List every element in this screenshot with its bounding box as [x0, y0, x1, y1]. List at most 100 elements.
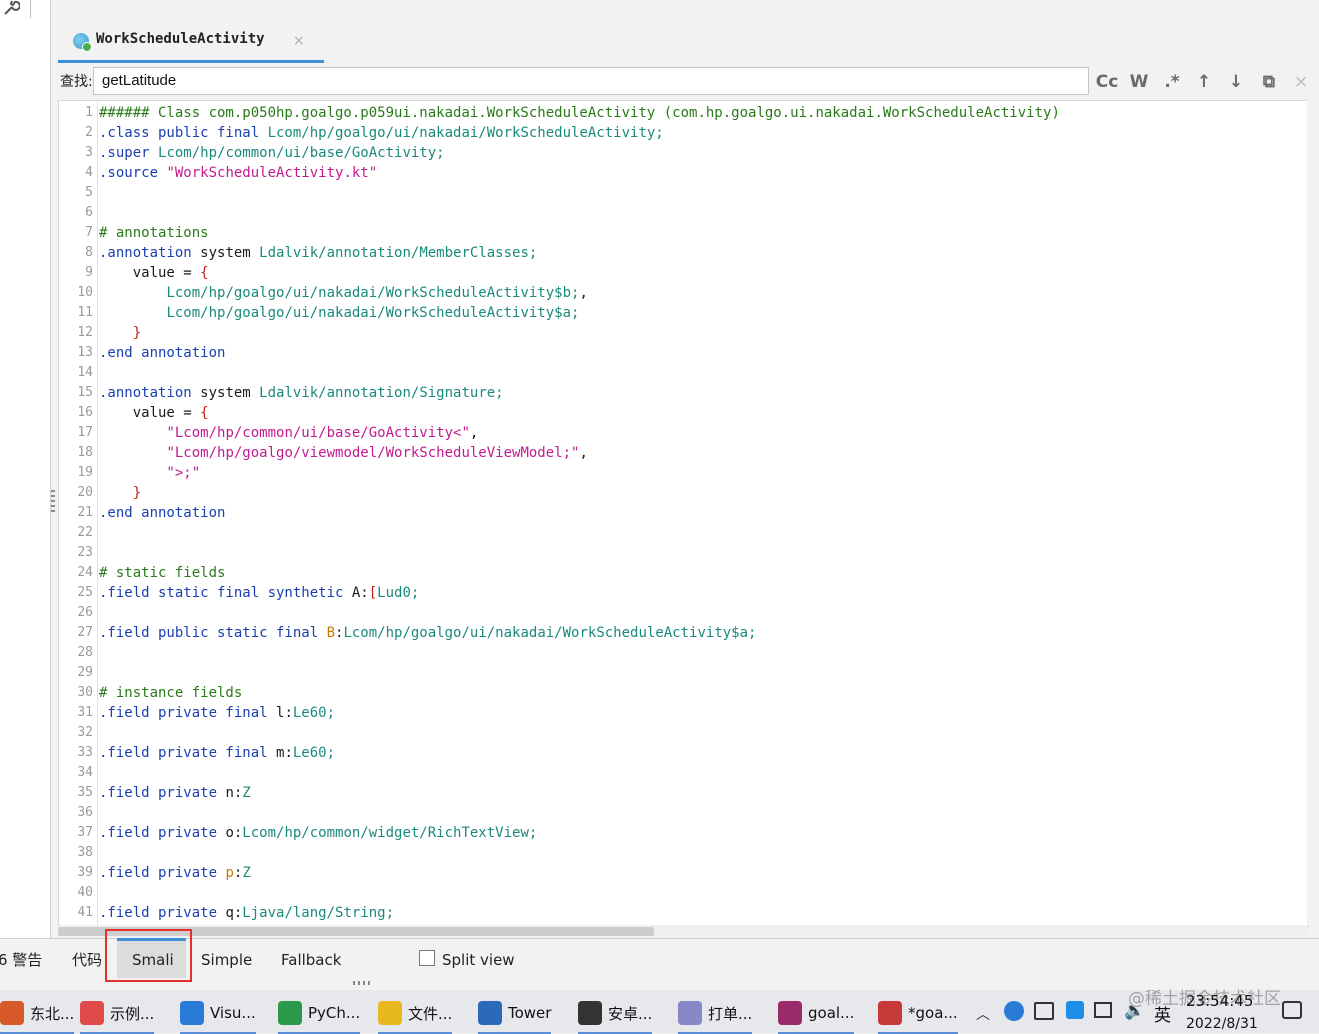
code-line[interactable]: .field public static final B:Lcom/hp/goa…: [99, 623, 756, 643]
code-token: Lcom/hp/goalgo/ui/nakadai/WorkScheduleAc…: [343, 625, 757, 641]
previous-match-icon[interactable]: ↑: [1191, 70, 1217, 94]
code-line[interactable]: value = {: [99, 403, 209, 423]
code-line[interactable]: .field private q:Ljava/lang/String;: [99, 903, 394, 923]
code-token: .field private final: [99, 745, 277, 761]
code-line[interactable]: .super Lcom/hp/common/ui/base/GoActivity…: [99, 143, 445, 163]
tab-close-icon[interactable]: ×: [293, 33, 305, 49]
whole-word-button[interactable]: W: [1126, 70, 1152, 94]
image-icon: [678, 1001, 702, 1025]
code-line[interactable]: .field private n:Z: [99, 783, 251, 803]
network-icon[interactable]: [1094, 1002, 1112, 1018]
code-token: A:: [351, 585, 369, 601]
taskbar-app[interactable]: Visu...: [180, 996, 256, 1034]
line-number: 26: [77, 605, 93, 620]
taskbar-app[interactable]: 示例...: [80, 996, 155, 1034]
resize-grip[interactable]: [353, 981, 371, 985]
code-line[interactable]: .end annotation: [99, 343, 225, 363]
taskbar-app-label: Visu...: [210, 1004, 256, 1022]
code-token: system: [200, 385, 260, 401]
code-line[interactable]: .source "WorkScheduleActivity.kt": [99, 163, 377, 183]
tray-bluetooth-icon[interactable]: [1066, 1001, 1084, 1019]
code-line[interactable]: .field static final synthetic A:[Lud0;: [99, 583, 419, 603]
notification-icon[interactable]: [1282, 1001, 1302, 1019]
code-token: .annotation: [99, 245, 201, 261]
code-line[interactable]: .field private o:Lcom/hp/common/widget/R…: [99, 823, 537, 843]
code-line[interactable]: # instance fields: [99, 683, 242, 703]
find-all-icon[interactable]: ⧉: [1256, 70, 1282, 94]
panel-resize-handle[interactable]: [51, 490, 55, 514]
tray-app-icon[interactable]: [1004, 1001, 1024, 1021]
code-token: n:: [225, 785, 243, 801]
next-match-icon[interactable]: ↓: [1223, 70, 1249, 94]
line-number: 12: [77, 325, 93, 340]
class-status-icon: [82, 42, 92, 52]
code-token: B: [326, 625, 336, 641]
code-line[interactable]: Lcom/hp/goalgo/ui/nakadai/WorkScheduleAc…: [99, 303, 579, 323]
code-token: "Lcom/hp/goalgo/viewmodel/WorkScheduleVi…: [166, 445, 580, 461]
line-number: 4: [85, 165, 93, 180]
taskbar-app[interactable]: Tower: [478, 996, 552, 1034]
match-case-button[interactable]: Cc: [1094, 70, 1120, 94]
taskbar-app[interactable]: 打单...: [678, 996, 753, 1034]
tray-device-icon[interactable]: [1034, 1002, 1054, 1020]
view-mode-bar: [0, 938, 1319, 991]
warnings-count[interactable]: 6 警告: [0, 950, 42, 970]
line-number: 3: [85, 145, 93, 160]
line-number: 14: [77, 365, 93, 380]
code-line[interactable]: .end annotation: [99, 503, 225, 523]
taskbar-app[interactable]: goal...: [778, 996, 855, 1034]
code-line[interactable]: Lcom/hp/goalgo/ui/nakadai/WorkScheduleAc…: [99, 283, 587, 303]
code-token: value =: [99, 265, 201, 281]
clock-time[interactable]: 23:54:45: [1186, 992, 1253, 1010]
tray-expand-icon[interactable]: ︿: [976, 1004, 990, 1024]
smali-highlight-box: [105, 929, 192, 982]
code-line[interactable]: "Lcom/hp/goalgo/viewmodel/WorkScheduleVi…: [99, 443, 587, 463]
code-line[interactable]: }: [99, 323, 141, 343]
code-token: "WorkScheduleActivity.kt": [166, 165, 378, 181]
code-line[interactable]: .field private final l:Le60;: [99, 703, 335, 723]
code-line[interactable]: ">;": [99, 463, 200, 483]
code-token: [: [368, 585, 378, 601]
taskbar-app[interactable]: *goa...: [878, 996, 958, 1034]
regex-button[interactable]: .*: [1159, 70, 1185, 94]
code-line[interactable]: # annotations: [99, 223, 209, 243]
code-line[interactable]: .field private p:Z: [99, 863, 251, 883]
tab-code[interactable]: 代码: [72, 950, 102, 970]
code-line[interactable]: ###### Class com.p050hp.goalgo.p059ui.na…: [99, 103, 1060, 123]
taskbar-app[interactable]: 安卓...: [578, 996, 653, 1034]
taskbar-app[interactable]: 东北...: [0, 996, 75, 1034]
line-number: 2: [85, 125, 93, 140]
wrench-icon[interactable]: [2, 0, 20, 16]
code-line[interactable]: .annotation system Ldalvik/annotation/Me…: [99, 243, 537, 263]
split-view-checkbox[interactable]: [419, 950, 435, 966]
toolbar-separator: [30, 0, 31, 18]
code-line[interactable]: }: [99, 483, 141, 503]
taskbar-app-label: Tower: [508, 1004, 552, 1022]
code-token: o:: [225, 825, 243, 841]
code-line[interactable]: .annotation system Ldalvik/annotation/Si…: [99, 383, 504, 403]
code-token: .annotation: [99, 385, 201, 401]
search-input[interactable]: getLatitude: [93, 67, 1089, 95]
split-view-label[interactable]: Split view: [442, 950, 515, 970]
vertical-scrollbar[interactable]: [1307, 100, 1319, 925]
code-line[interactable]: .field private final m:Le60;: [99, 743, 335, 763]
taskbar-app[interactable]: PyCh...: [278, 996, 361, 1034]
clock-date[interactable]: 2022/8/31: [1186, 1015, 1258, 1033]
tab-simple[interactable]: Simple: [201, 950, 252, 970]
code-line[interactable]: .class public final Lcom/hp/goalgo/ui/na…: [99, 123, 664, 143]
close-search-icon[interactable]: ×: [1288, 70, 1314, 94]
code-token: Lcom/hp/common/widget/RichTextView;: [242, 825, 538, 841]
code-line[interactable]: "Lcom/hp/common/ui/base/GoActivity<",: [99, 423, 478, 443]
code-line[interactable]: value = {: [99, 263, 209, 283]
tab-fallback[interactable]: Fallback: [281, 950, 341, 970]
taskbar-app[interactable]: 文件...: [378, 996, 453, 1034]
code-token: .field public static final: [99, 625, 327, 641]
code-line[interactable]: # static fields: [99, 563, 225, 583]
editor-tab-title[interactable]: WorkScheduleActivity: [96, 30, 265, 48]
code-token: ###### Class com.p050hp.goalgo.p059ui.na…: [99, 105, 1060, 121]
code-token: .end annotation: [99, 345, 226, 361]
line-number: 20: [77, 485, 93, 500]
smali-code-view[interactable]: 1 2 3 4 5 6 7 8 9 10 11 12 13 14 15 16 17 18 19 20 21 22 23 24 2…: [58, 100, 1309, 927]
